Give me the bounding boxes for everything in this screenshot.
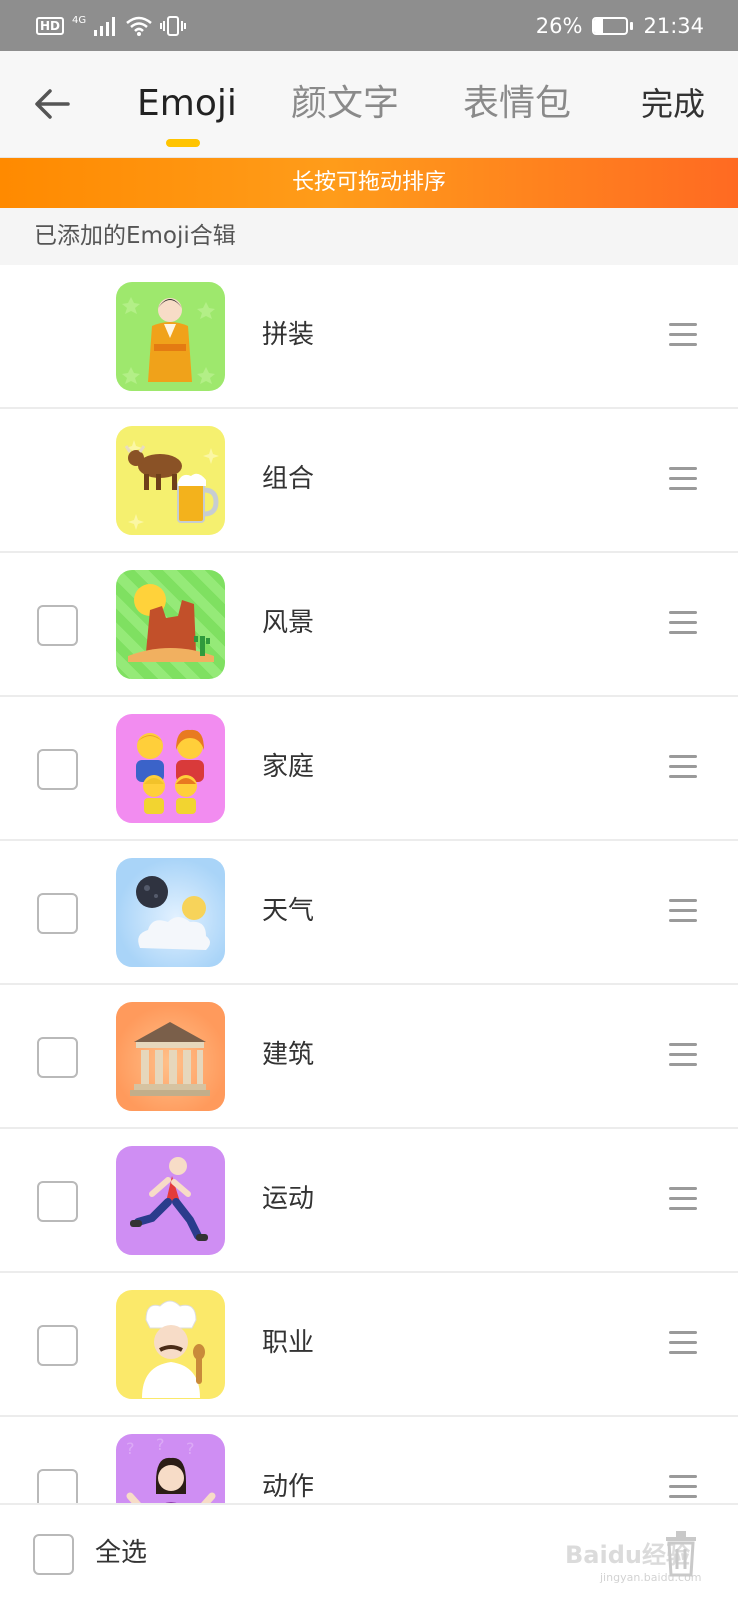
collection-checkbox[interactable]: [37, 1325, 78, 1366]
collection-checkbox[interactable]: [37, 1037, 78, 1078]
runner-icon: [116, 1146, 225, 1255]
status-right: 26% 21:34: [536, 14, 704, 38]
collection-checkbox[interactable]: [37, 893, 78, 934]
collection-checkbox[interactable]: [37, 1181, 78, 1222]
hd-badge: HD: [36, 16, 65, 35]
collection-label: 天气: [262, 896, 315, 926]
collection-checkbox[interactable]: [37, 605, 78, 646]
status-left: HD 4G: [36, 14, 187, 37]
collection-checkbox[interactable]: [37, 749, 78, 790]
top-nav: Emoji 颜文字 表情包 完成: [0, 51, 738, 158]
vibrate-icon: [160, 15, 187, 36]
list-item[interactable]: 家庭: [0, 697, 738, 841]
done-button[interactable]: 完成: [641, 81, 705, 127]
tab-kaomoji[interactable]: 颜文字: [291, 81, 399, 127]
collection-label: 运动: [262, 1184, 315, 1214]
back-arrow-icon[interactable]: [30, 81, 76, 127]
clock: 21:34: [643, 13, 704, 38]
drag-handle-icon[interactable]: [669, 1043, 699, 1067]
collection-label: 家庭: [262, 752, 315, 782]
tab-sticker[interactable]: 表情包: [463, 81, 571, 127]
tab-emoji[interactable]: Emoji: [137, 81, 237, 127]
active-tab-indicator: [166, 139, 200, 147]
section-title: 已添加的Emoji合辑: [0, 208, 738, 265]
list-item[interactable]: 风景: [0, 553, 738, 697]
family-icon: [116, 714, 225, 823]
list-item[interactable]: 拼装: [0, 265, 738, 409]
drag-handle-icon[interactable]: [669, 755, 699, 779]
drag-handle-icon[interactable]: [669, 467, 699, 491]
drag-sort-hint-banner: 长按可拖动排序: [0, 158, 738, 208]
desert-landscape-icon: [116, 570, 225, 679]
classical-building-icon: [116, 1002, 225, 1111]
drag-handle-icon[interactable]: [669, 323, 699, 347]
drag-handle-icon[interactable]: [669, 1475, 699, 1499]
svg-text:?: ?: [186, 1439, 195, 1458]
collection-label: 建筑: [262, 1040, 315, 1070]
bottom-action-bar: 全选 Baidu经验 jingyan.baidu.com: [0, 1503, 738, 1600]
list-item[interactable]: 组合: [0, 409, 738, 553]
collection-label: 动作: [262, 1472, 315, 1502]
battery-percent: 26%: [535, 13, 583, 38]
network-type-label: 4G: [72, 14, 87, 26]
trash-icon[interactable]: [662, 1529, 700, 1577]
list-item[interactable]: 天气: [0, 841, 738, 985]
kimono-person-icon: [116, 282, 225, 391]
moon-cloud-icon: [116, 858, 225, 967]
drag-handle-icon[interactable]: [669, 1187, 699, 1211]
collection-label: 风景: [262, 608, 315, 638]
collection-label: 拼装: [262, 320, 315, 350]
list-item[interactable]: 职业: [0, 1273, 738, 1417]
svg-text:?: ?: [156, 1435, 165, 1454]
list-item[interactable]: 建筑: [0, 985, 738, 1129]
list-item[interactable]: 运动: [0, 1129, 738, 1273]
wifi-icon: [126, 16, 152, 36]
drag-handle-icon[interactable]: [669, 611, 699, 635]
collection-list: 拼装 组合 风景 家庭 天气 建筑 运动 职业 ? ? ? 动作: [0, 265, 738, 1561]
chef-icon: [116, 1290, 225, 1399]
select-all-checkbox[interactable]: [33, 1534, 74, 1575]
drag-handle-icon[interactable]: [669, 899, 699, 923]
emoji-collection-settings-page: HD 4G 26% 21:34 Emoji 颜文字 表情包 完成 长按可拖动排序…: [0, 0, 738, 1600]
collection-label: 职业: [262, 1328, 315, 1358]
cellular-signal-icon: [94, 16, 116, 36]
drag-handle-icon[interactable]: [669, 1331, 699, 1355]
battery-icon: [592, 16, 634, 35]
cow-beer-icon: [116, 426, 225, 535]
svg-text:?: ?: [126, 1439, 135, 1458]
status-bar: HD 4G 26% 21:34: [0, 0, 738, 51]
select-all-label[interactable]: 全选: [95, 1533, 147, 1573]
collection-label: 组合: [262, 464, 315, 494]
